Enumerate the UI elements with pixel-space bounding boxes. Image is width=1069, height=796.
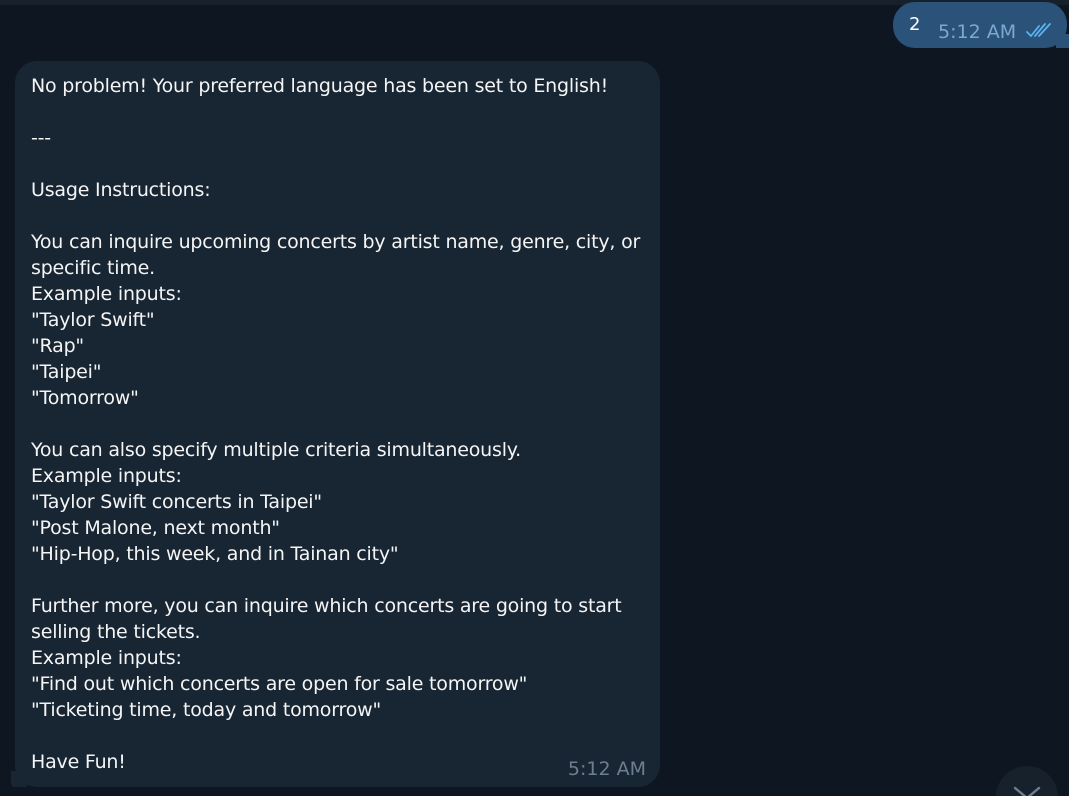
chat-area: 2 5:12 AM No problem! Your preferred lan…	[0, 0, 1069, 796]
outgoing-message-bubble[interactable]: 2 5:12 AM	[893, 2, 1069, 48]
outgoing-message-text: 2	[909, 14, 921, 35]
scroll-to-bottom-button[interactable]	[996, 766, 1058, 796]
bubble-tail	[1056, 34, 1069, 48]
outgoing-message-time: 5:12 AM	[938, 21, 1017, 43]
double-check-icon	[1026, 23, 1051, 37]
chevron-down-icon	[1013, 786, 1041, 796]
bubble-tail	[11, 771, 27, 787]
incoming-message-text: No problem! Your preferred language has …	[31, 75, 641, 773]
incoming-message-bubble[interactable]: No problem! Your preferred language has …	[11, 61, 660, 787]
incoming-message-time: 5:12 AM	[567, 758, 646, 780]
